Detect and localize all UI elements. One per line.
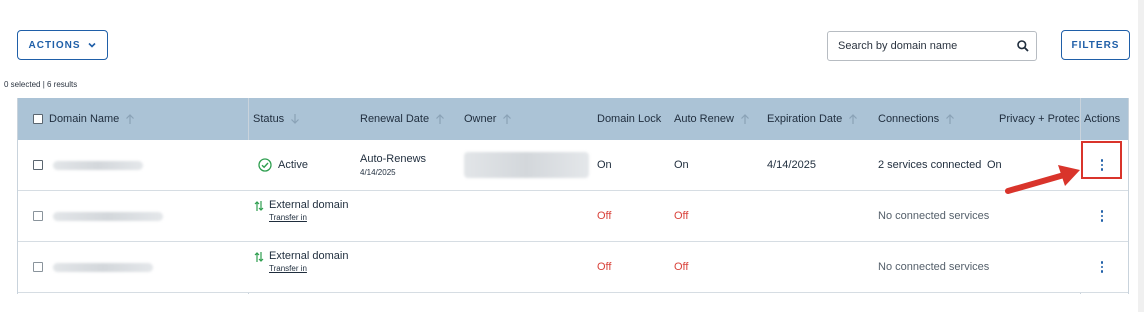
column-label: Owner xyxy=(464,113,497,125)
filters-button[interactable]: FILTERS xyxy=(1061,30,1130,60)
status-cell: External domain Transfer in xyxy=(254,242,349,292)
column-label: Connections xyxy=(878,113,940,125)
result-count: 0 selected | 6 results xyxy=(4,80,78,89)
column-label: Auto Renew xyxy=(674,113,734,125)
connections-cell: No connected services xyxy=(878,210,990,222)
column-header-renewal-date[interactable]: Renewal Date xyxy=(360,98,445,140)
connections-cell: 2 services connected xyxy=(878,159,982,171)
sort-arrow-up-icon xyxy=(436,114,445,124)
auto-renew-cell: Off xyxy=(674,210,689,222)
status-cell: External domain Transfer in xyxy=(254,191,349,241)
sort-arrow-up-icon xyxy=(741,114,749,124)
table-row: Active Auto-Renews 4/14/2025 On On 4/14/… xyxy=(18,140,1128,191)
row-checkbox[interactable] xyxy=(33,262,43,272)
sort-arrow-up-icon xyxy=(849,114,858,124)
renewal-date: 4/14/2025 xyxy=(360,168,396,177)
table-row: External domain Transfer in Off Off No c… xyxy=(18,242,1128,293)
pointer-arrow-icon xyxy=(1005,165,1080,194)
row-actions-cell xyxy=(1092,191,1112,241)
renewal-status: Auto-Renews xyxy=(360,153,427,165)
sort-arrow-up-icon xyxy=(126,114,135,124)
renewal-date-cell: Auto-Renews 4/14/2025 xyxy=(360,140,426,190)
row-checkbox[interactable] xyxy=(33,160,43,170)
column-header-status[interactable]: Status xyxy=(253,98,300,140)
expiration-date-cell: 4/14/2025 xyxy=(767,159,816,171)
auto-renew-cell: Off xyxy=(674,261,689,273)
column-label: Domain Lock xyxy=(597,113,662,125)
column-header-owner[interactable]: Owner xyxy=(464,98,512,140)
column-header-expiration-date[interactable]: Expiration Date xyxy=(767,98,858,140)
column-label: Expiration Date xyxy=(767,113,843,125)
select-all-checkbox[interactable] xyxy=(33,114,43,124)
column-header-auto-renew[interactable]: Auto Renew xyxy=(674,98,750,140)
domains-table: Domain Name Status Renewal Date Owner Do… xyxy=(17,98,1129,294)
status-label: External domain xyxy=(269,199,349,211)
blurred-domain-name xyxy=(53,211,163,221)
blurred-domain-name xyxy=(53,262,153,272)
table-row: External domain Transfer in Off Off No c… xyxy=(18,191,1128,242)
column-header-domain-name[interactable]: Domain Name xyxy=(33,98,135,140)
blurred-domain-name xyxy=(53,160,143,170)
table-header: Domain Name Status Renewal Date Owner Do… xyxy=(18,98,1128,140)
auto-renew-cell: On xyxy=(674,159,689,171)
connections-cell: No connected services xyxy=(878,261,990,273)
status-cell: Active xyxy=(258,140,308,190)
column-header-connections[interactable]: Connections xyxy=(878,98,955,140)
row-actions-cell xyxy=(1092,242,1112,292)
column-label: Actions xyxy=(1084,113,1121,125)
check-circle-icon xyxy=(258,158,272,172)
search-icon[interactable] xyxy=(1016,39,1030,53)
domain-lock-cell: Off xyxy=(597,210,612,222)
more-options-icon[interactable] xyxy=(1095,207,1109,225)
actions-dropdown-button[interactable]: ACTIONS xyxy=(17,30,108,60)
domain-lock-cell: Off xyxy=(597,261,612,273)
blurred-owner xyxy=(464,152,589,178)
domain-name-cell xyxy=(33,242,153,292)
owner-cell xyxy=(464,140,589,190)
transfer-arrows-icon xyxy=(254,201,264,211)
column-header-privacy[interactable]: Privacy + Protec xyxy=(999,98,1079,140)
status-label: External domain xyxy=(269,250,349,262)
column-label: Domain Name xyxy=(49,113,120,125)
column-header-actions: Actions xyxy=(1084,98,1120,140)
column-header-domain-lock[interactable]: Domain Lock xyxy=(597,98,661,140)
search-box xyxy=(827,31,1037,61)
sort-arrow-down-icon xyxy=(291,114,300,124)
domain-lock-cell: On xyxy=(597,159,612,171)
column-label: Status xyxy=(253,113,285,125)
page-scrollbar[interactable] xyxy=(1138,0,1144,312)
domain-name-cell xyxy=(33,191,163,241)
transfer-in-link[interactable]: Transfer in xyxy=(269,264,349,273)
domain-name-cell xyxy=(33,140,143,190)
row-checkbox[interactable] xyxy=(33,211,43,221)
search-input[interactable] xyxy=(838,40,1016,52)
status-label: Active xyxy=(278,159,308,171)
sort-arrow-up-icon xyxy=(503,114,512,124)
transfer-in-link[interactable]: Transfer in xyxy=(269,213,349,222)
chevron-down-icon xyxy=(87,42,96,48)
actions-label: ACTIONS xyxy=(28,39,81,51)
sort-arrow-up-icon xyxy=(946,114,955,124)
more-options-icon[interactable] xyxy=(1095,258,1109,276)
transfer-arrows-icon xyxy=(254,252,264,262)
column-label: Renewal Date xyxy=(360,113,430,125)
column-label: Privacy + Protec xyxy=(999,113,1079,125)
